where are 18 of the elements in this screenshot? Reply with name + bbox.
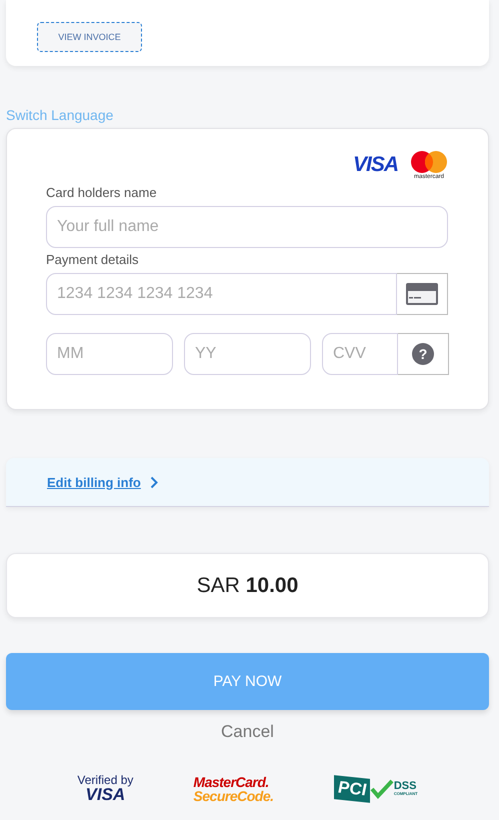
visa-logo: VISA bbox=[352, 153, 398, 177]
chevron-right-icon bbox=[150, 476, 158, 488]
edit-billing-link[interactable]: Edit billing info bbox=[47, 474, 141, 490]
verified-by-visa-logo: Verified by VISA bbox=[77, 774, 134, 803]
cvv-field[interactable]: CVV bbox=[322, 333, 398, 375]
year-field[interactable]: YY bbox=[184, 333, 311, 375]
month-field[interactable]: MM bbox=[46, 333, 173, 375]
name-field[interactable]: Your full name bbox=[46, 206, 448, 248]
credit-card-icon bbox=[405, 282, 439, 306]
help-icon[interactable]: ? bbox=[412, 343, 434, 365]
field-label: Payment details bbox=[46, 252, 140, 267]
securecode-logo: MasterCard. SecureCode. bbox=[193, 774, 274, 802]
cancel-link[interactable]: Cancel bbox=[218, 722, 278, 742]
field-label: Card holders name bbox=[46, 185, 158, 200]
pay-now-button[interactable]: PAY NOW bbox=[6, 653, 489, 710]
card-number-field[interactable]: 1234 1234 1234 1234 bbox=[46, 273, 397, 315]
view-invoice-button[interactable]: VIEW INVOICE bbox=[37, 22, 142, 52]
amount-text: SAR 10.00 bbox=[196, 574, 298, 598]
